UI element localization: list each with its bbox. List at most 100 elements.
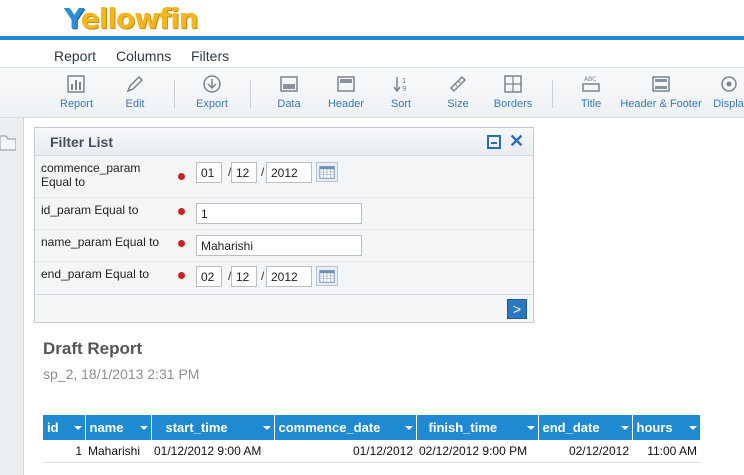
filter-row-commence: commence_param Equal to 01 / 12 / 2012 bbox=[35, 156, 533, 198]
column-header-label: start_time bbox=[165, 420, 228, 435]
filter-row-id: id_param Equal to 1 bbox=[35, 198, 533, 230]
cell-finish-time: 02/12/2012 9:00 PM bbox=[416, 440, 538, 463]
borders-icon bbox=[504, 75, 522, 93]
toolbar-divider bbox=[552, 80, 553, 108]
date-separator: / bbox=[261, 165, 265, 179]
commence-day-input[interactable]: 01 bbox=[196, 162, 222, 183]
filter-panel-footer: > bbox=[35, 294, 533, 322]
folder-icon[interactable] bbox=[0, 130, 16, 152]
yellowfin-logo: Yellowfin bbox=[64, 2, 199, 35]
calendar-icon[interactable] bbox=[316, 266, 338, 286]
column-header-end-date[interactable]: end_date bbox=[538, 415, 633, 440]
filter-label-line1: commence_param bbox=[41, 161, 141, 175]
report-title: Draft Report bbox=[43, 339, 143, 358]
filter-panel-header: Filter List ✕ bbox=[35, 128, 533, 156]
filter-label: name_param Equal to bbox=[41, 235, 160, 249]
filter-panel-title: Filter List bbox=[50, 134, 114, 150]
cell-end-date: 02/12/2012 bbox=[538, 440, 632, 463]
edit-label: Edit bbox=[125, 98, 145, 110]
sort-button[interactable]: 19 Sort bbox=[389, 74, 413, 110]
dropdown-arrow-icon[interactable] bbox=[688, 426, 697, 430]
table-header-row: id name start_time commence_date finish_… bbox=[43, 415, 701, 440]
filter-label: id_param Equal to bbox=[41, 203, 139, 217]
go-arrow-icon: > bbox=[512, 301, 522, 317]
dropdown-arrow-icon[interactable] bbox=[526, 426, 535, 430]
dropdown-arrow-icon[interactable] bbox=[620, 426, 629, 430]
data-icon bbox=[280, 76, 298, 92]
column-header-id[interactable]: id bbox=[43, 415, 86, 440]
required-indicator bbox=[178, 208, 185, 215]
column-header-label: hours bbox=[636, 420, 673, 435]
filter-label: end_param Equal to bbox=[41, 267, 150, 281]
filter-row-end: end_param Equal to 02 / 12 / 2012 bbox=[35, 262, 533, 294]
column-header-label: end_date bbox=[542, 420, 600, 435]
filter-panel: Filter List ✕ commence_param Equal to 01 … bbox=[34, 127, 534, 323]
minimize-icon[interactable] bbox=[487, 135, 501, 149]
dropdown-arrow-icon[interactable] bbox=[73, 426, 82, 430]
download-icon bbox=[203, 75, 221, 93]
left-rail bbox=[0, 118, 24, 475]
export-button[interactable]: Export bbox=[195, 74, 229, 110]
column-header-commence-date[interactable]: commence_date bbox=[274, 415, 417, 440]
commence-year-input[interactable]: 2012 bbox=[266, 162, 312, 183]
end-month-input[interactable]: 12 bbox=[231, 266, 257, 287]
data-button[interactable]: Data bbox=[276, 74, 302, 110]
sort-icon: 19 bbox=[393, 77, 406, 93]
borders-button[interactable]: Borders bbox=[493, 74, 533, 110]
cell-hours: 11:00 AM bbox=[632, 440, 700, 463]
logo-y: Y bbox=[64, 2, 82, 35]
dropdown-arrow-icon[interactable] bbox=[262, 426, 271, 430]
svg-text:9: 9 bbox=[402, 85, 406, 93]
report-subtitle: sp_2, 18/1/2013 2:31 PM bbox=[43, 366, 200, 382]
header-footer-button[interactable]: Header & Footer bbox=[620, 74, 702, 110]
header-button[interactable]: Header bbox=[327, 74, 365, 110]
cell-commence-date: 01/12/2012 bbox=[274, 440, 416, 463]
header-icon bbox=[337, 76, 355, 92]
dropdown-arrow-icon[interactable] bbox=[139, 426, 148, 430]
column-header-label: name bbox=[89, 420, 124, 435]
column-header-label: finish_time bbox=[428, 420, 498, 435]
borders-label: Borders bbox=[493, 98, 533, 110]
export-label: Export bbox=[196, 98, 228, 110]
toolbar: Report Edit Export Data Header 19 Sort S… bbox=[0, 68, 744, 118]
header-label: Header bbox=[327, 98, 365, 110]
tab-columns[interactable]: Columns bbox=[116, 48, 171, 64]
edit-button[interactable]: Edit bbox=[123, 74, 147, 110]
title-button[interactable]: ABC Title bbox=[579, 74, 603, 110]
sort-label: Sort bbox=[390, 98, 412, 110]
cell-name: Maharishi bbox=[85, 440, 151, 463]
required-indicator bbox=[178, 240, 185, 247]
required-indicator bbox=[178, 173, 185, 180]
column-header-name[interactable]: name bbox=[85, 415, 152, 440]
display-icon bbox=[720, 76, 737, 92]
column-header-finish-time[interactable]: finish_time bbox=[416, 415, 539, 440]
close-icon[interactable]: ✕ bbox=[509, 131, 524, 152]
column-header-start-time[interactable]: start_time bbox=[151, 415, 275, 440]
cell-start-time: 01/12/2012 9:00 AM bbox=[151, 440, 274, 463]
dropdown-arrow-icon[interactable] bbox=[404, 426, 413, 430]
calendar-icon[interactable] bbox=[316, 162, 338, 182]
display-label: Displa bbox=[713, 98, 744, 110]
main-tabs: Report Columns Filters bbox=[0, 40, 744, 68]
header-footer-label: Header & Footer bbox=[620, 98, 702, 110]
title-icon: ABC bbox=[582, 76, 600, 92]
logo-rest: ellowfin bbox=[80, 2, 199, 35]
column-header-label: id bbox=[47, 420, 59, 435]
name-param-input[interactable]: Maharishi bbox=[196, 235, 362, 256]
end-year-input[interactable]: 2012 bbox=[266, 266, 312, 287]
filter-label: commence_param Equal to bbox=[41, 161, 140, 189]
size-button[interactable]: Size bbox=[446, 74, 470, 110]
tab-report[interactable]: Report bbox=[54, 48, 96, 64]
id-param-input[interactable]: 1 bbox=[196, 203, 362, 224]
column-header-hours[interactable]: hours bbox=[632, 415, 701, 440]
cell-id: 1 bbox=[43, 440, 85, 463]
data-label: Data bbox=[277, 98, 301, 110]
tab-filters[interactable]: Filters bbox=[191, 48, 229, 64]
size-label: Size bbox=[447, 98, 469, 110]
end-day-input[interactable]: 02 bbox=[196, 266, 222, 287]
commence-month-input[interactable]: 12 bbox=[231, 162, 257, 183]
apply-filters-button[interactable]: > bbox=[507, 299, 527, 319]
display-button[interactable]: Displa bbox=[713, 74, 744, 110]
report-button[interactable]: Report bbox=[60, 74, 93, 110]
title-label: Title bbox=[580, 98, 602, 110]
